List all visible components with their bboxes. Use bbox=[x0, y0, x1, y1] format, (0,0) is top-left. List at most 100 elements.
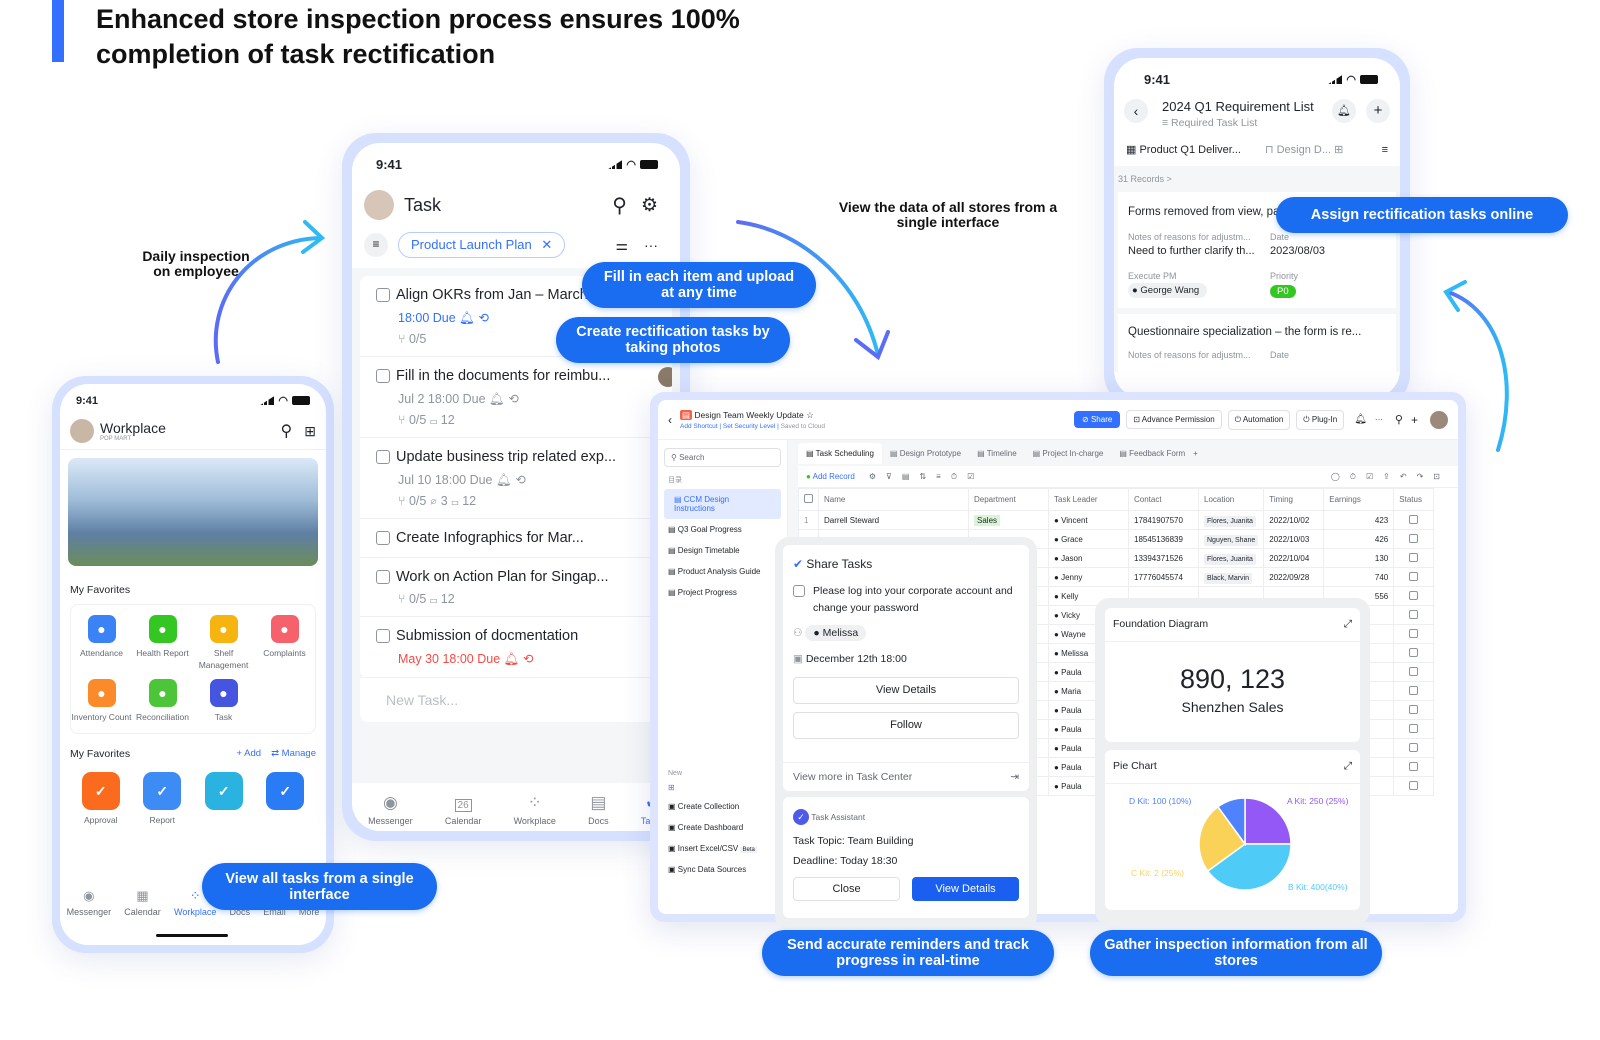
view-tab[interactable]: ▤ Project In-charge bbox=[1025, 443, 1112, 464]
app-shortcut[interactable]: ✓ bbox=[193, 772, 255, 826]
column-header[interactable]: Location bbox=[1197, 488, 1265, 511]
task-checkbox[interactable] bbox=[376, 449, 390, 464]
tab-docs[interactable]: ▤ Docs bbox=[588, 793, 609, 831]
close-button[interactable]: Close bbox=[793, 877, 900, 901]
share-button[interactable]: ⊘ Share bbox=[1074, 411, 1121, 428]
tab-workplace[interactable]: ⁘ Workplace bbox=[514, 793, 556, 831]
tab-design[interactable]: ⊓ Design D... ⊞ bbox=[1265, 143, 1343, 156]
add-shortcut-link[interactable]: Add Shortcut bbox=[680, 423, 718, 430]
tab-calendar[interactable]: ▦ Calendar bbox=[124, 888, 161, 917]
menu-icon[interactable]: ≡ bbox=[1382, 144, 1388, 156]
search-icon[interactable]: ⚲ bbox=[1395, 413, 1403, 426]
column-header[interactable]: Task Leader bbox=[1048, 488, 1129, 511]
task-checkbox[interactable] bbox=[376, 569, 390, 584]
status-checkbox[interactable] bbox=[1409, 571, 1419, 581]
sidebar-item[interactable]: ▤ Design Timetable bbox=[658, 540, 787, 561]
view-details-button[interactable]: View Details bbox=[793, 677, 1019, 704]
favorite-app[interactable]: ● Reconciliation bbox=[132, 679, 193, 723]
grid-icon[interactable]: ⊞ bbox=[658, 783, 787, 796]
add-favorite-button[interactable]: + Add bbox=[236, 748, 261, 760]
avatar[interactable] bbox=[364, 190, 394, 220]
plus-icon[interactable]: + bbox=[1366, 99, 1390, 123]
assignee-chip[interactable]: ● Melissa bbox=[805, 625, 867, 641]
task-item[interactable]: Fill in the documents for reimbu... Jul 2… bbox=[360, 357, 672, 438]
status-checkbox[interactable] bbox=[1409, 533, 1419, 543]
apps-add-icon[interactable]: ⊞ bbox=[304, 423, 316, 440]
sidebar-item[interactable]: ▤ Product Analysis Guide bbox=[658, 561, 787, 582]
task-item[interactable]: Update business trip related exp... Jul 1… bbox=[360, 438, 672, 519]
search-icon[interactable]: ⚲ bbox=[612, 193, 627, 218]
sidebar-item[interactable]: ▤ Project Progress bbox=[658, 582, 787, 603]
app-shortcut[interactable]: ✓ Approval bbox=[70, 772, 132, 826]
column-header[interactable]: Contact bbox=[1128, 488, 1199, 511]
close-icon[interactable]: ✕ bbox=[541, 237, 552, 252]
app-shortcut[interactable]: ✓ Report bbox=[132, 772, 194, 826]
avatar[interactable] bbox=[1430, 410, 1448, 429]
new-item[interactable]: ▣ Create Collection bbox=[658, 796, 787, 817]
record-count[interactable]: 31 Records > bbox=[1118, 174, 1396, 192]
status-checkbox[interactable] bbox=[1409, 647, 1419, 657]
record-card[interactable]: Questionnaire specialization – the form … bbox=[1118, 314, 1396, 372]
follow-button[interactable]: Follow bbox=[793, 712, 1019, 739]
avatar[interactable] bbox=[70, 419, 94, 443]
expand-icon[interactable]: ⤢ bbox=[1344, 618, 1352, 631]
task-checkbox[interactable] bbox=[793, 585, 805, 597]
back-icon[interactable]: ‹ bbox=[668, 413, 672, 427]
task-item[interactable]: Submission of docmentation May 30 18:00 D… bbox=[360, 617, 672, 678]
column-header[interactable]: Name bbox=[818, 488, 969, 511]
advance-permission-button[interactable]: ⊡ Advance Permission bbox=[1126, 410, 1222, 429]
automation-button[interactable]: ⏻ Automation bbox=[1227, 409, 1291, 430]
new-task-input[interactable]: New Task... bbox=[360, 678, 672, 722]
column-header[interactable]: Status bbox=[1393, 488, 1435, 511]
sidebar-item[interactable]: ▤ Q3 Goal Progress bbox=[658, 519, 787, 540]
status-checkbox[interactable] bbox=[1409, 514, 1419, 524]
menu-icon[interactable]: ≡ bbox=[364, 233, 388, 257]
status-checkbox[interactable] bbox=[1409, 723, 1419, 733]
column-header[interactable]: Department bbox=[968, 488, 1049, 511]
status-checkbox[interactable] bbox=[1409, 609, 1419, 619]
favorite-app[interactable]: ● Shelf Management bbox=[193, 615, 254, 671]
filter-chip[interactable]: Product Launch Plan ✕ bbox=[398, 232, 566, 258]
tab-messenger[interactable]: ◉ Messenger bbox=[67, 888, 112, 917]
favorite-app[interactable]: ● Attendance bbox=[71, 615, 132, 671]
expand-icon[interactable]: ⤢ bbox=[1344, 760, 1352, 773]
status-checkbox[interactable] bbox=[1409, 552, 1419, 562]
tab-calendar[interactable]: 26 Calendar bbox=[445, 793, 481, 831]
view-tab[interactable]: ▤ Timeline bbox=[969, 443, 1025, 464]
column-header[interactable]: Earnings bbox=[1323, 488, 1395, 511]
bell-icon[interactable]: 🔔︎ bbox=[1332, 99, 1356, 123]
favorite-app[interactable]: ● Task bbox=[193, 679, 254, 723]
view-details-primary-button[interactable]: View Details bbox=[912, 877, 1019, 901]
security-level-link[interactable]: Set Security Level bbox=[723, 423, 775, 430]
status-checkbox[interactable] bbox=[1409, 761, 1419, 771]
gear-icon[interactable]: ⚙ bbox=[641, 194, 658, 217]
status-checkbox[interactable] bbox=[1409, 685, 1419, 695]
filter-settings-icon[interactable]: ⚌ bbox=[615, 237, 628, 254]
favorite-app[interactable]: ● Health Report bbox=[132, 615, 193, 671]
task-checkbox[interactable] bbox=[376, 368, 390, 383]
tab-messenger[interactable]: ◉ Messenger bbox=[368, 793, 413, 831]
task-checkbox[interactable] bbox=[376, 287, 390, 302]
status-checkbox[interactable] bbox=[1409, 780, 1419, 790]
view-tab[interactable]: ▤ Design Prototype bbox=[882, 443, 969, 464]
plugin-button[interactable]: ⏻ Plug-In bbox=[1296, 409, 1345, 430]
status-checkbox[interactable] bbox=[1409, 666, 1419, 676]
add-view-icon[interactable]: + bbox=[1193, 449, 1198, 458]
plus-icon[interactable]: + bbox=[1411, 413, 1418, 427]
sidebar-search[interactable]: ⚲ Search bbox=[664, 448, 781, 467]
task-checkbox[interactable] bbox=[376, 628, 390, 643]
status-checkbox[interactable] bbox=[1409, 704, 1419, 714]
status-checkbox[interactable] bbox=[1409, 742, 1419, 752]
view-tab[interactable]: ▤ Feedback Form bbox=[1111, 443, 1193, 464]
add-record-button[interactable]: ● Add Record bbox=[806, 472, 855, 481]
table-row[interactable]: 1 Darrell Steward Sales ● Vincent 1784190757… bbox=[798, 510, 1435, 530]
new-item[interactable]: ▣ Insert Excel/CSV Beta bbox=[658, 838, 787, 859]
toolbar-icons[interactable]: ⚙⊽▤⇅≡⏱☑ bbox=[869, 472, 984, 482]
new-item[interactable]: ▣ Sync Data Sources bbox=[658, 859, 787, 880]
toolbar-right-icons[interactable]: ◯⏱☑⇪↶↷⊡ bbox=[1331, 472, 1450, 482]
tab-product-q1[interactable]: ▦ Product Q1 Deliver... bbox=[1126, 143, 1241, 156]
task-checkbox[interactable] bbox=[376, 530, 390, 545]
status-checkbox[interactable] bbox=[1409, 628, 1419, 638]
sidebar-item[interactable]: ▤ CCM Design Instructions bbox=[664, 489, 781, 519]
favorite-app[interactable]: ● Complaints bbox=[254, 615, 315, 671]
